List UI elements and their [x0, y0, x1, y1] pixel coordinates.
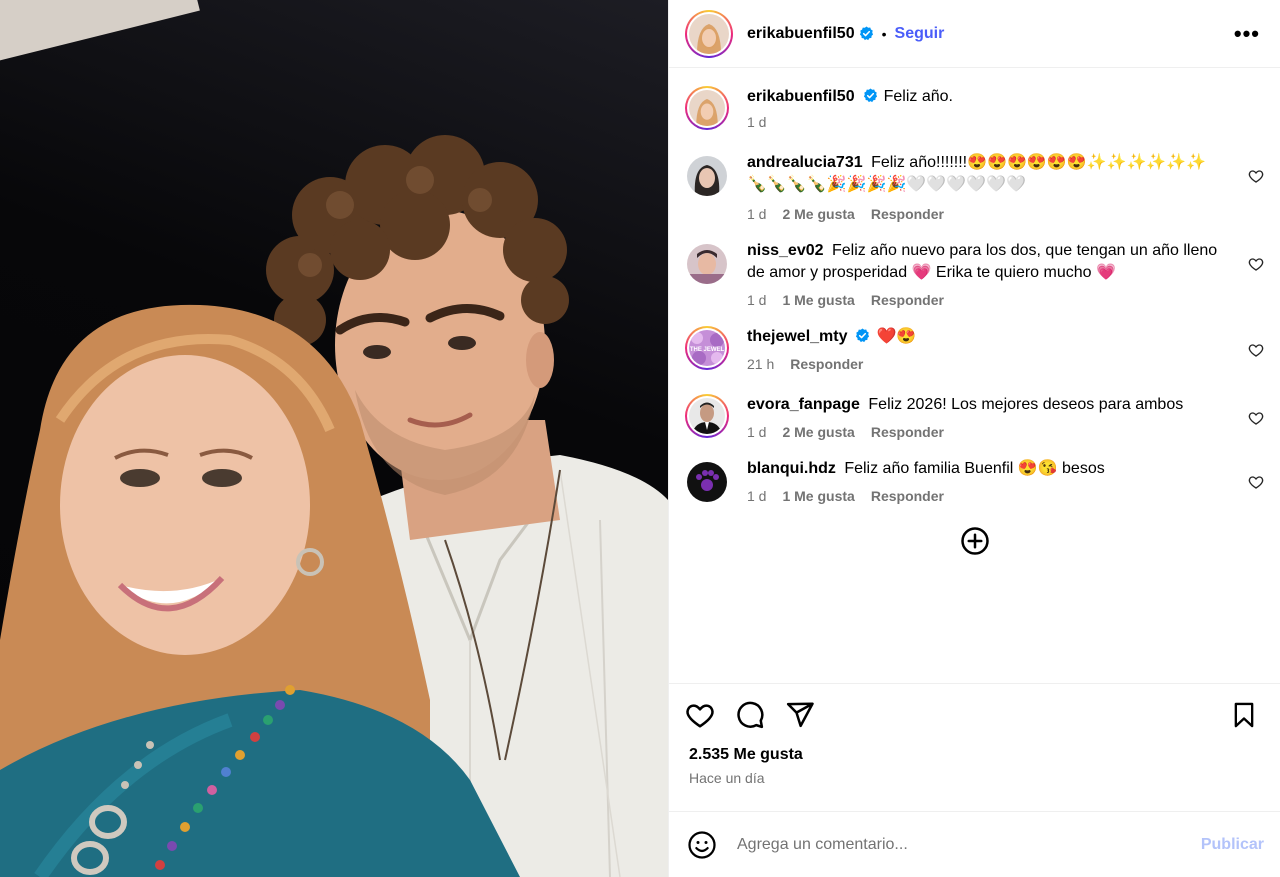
reply-button[interactable]: Responder — [871, 488, 944, 504]
jewel-avatar-text: THE JEWEL — [690, 347, 725, 353]
commenter-avatar[interactable] — [687, 244, 727, 284]
add-comment-bar: Agrega un comentario... Publicar — [669, 811, 1280, 877]
comment-time[interactable]: 1 d — [747, 488, 766, 504]
comment-input[interactable]: Agrega un comentario... — [737, 836, 1201, 854]
verified-badge-icon — [863, 88, 877, 103]
comment-item: THE JEWEL thejewel_mty ❤️😍 21 h Responder — [685, 326, 1264, 372]
comment-username[interactable]: evora_fanpage — [747, 396, 860, 413]
reply-button[interactable]: Responder — [871, 206, 944, 222]
author-avatar[interactable] — [685, 9, 733, 58]
separator-dot: • — [881, 25, 887, 42]
like-comment-heart-icon[interactable] — [1248, 474, 1264, 490]
comment-username[interactable]: andrealucia731 — [747, 154, 863, 171]
post-photo[interactable] — [0, 0, 668, 877]
photo-illustration — [0, 135, 668, 877]
post-header: erikabuenfil50 • Seguir ••• — [669, 0, 1280, 68]
caption-time[interactable]: 1 d — [747, 114, 766, 130]
commenter-avatar-image: THE JEWEL — [689, 330, 725, 366]
comment-likes[interactable]: 2 Me gusta — [782, 424, 854, 440]
comment-item: evora_fanpage Feliz 2026! Los mejores de… — [685, 394, 1264, 440]
publish-button[interactable]: Publicar — [1201, 836, 1264, 854]
post-caption: erikabuenfil50 Feliz año. 1 d — [685, 84, 1264, 130]
comment-time[interactable]: 1 d — [747, 424, 766, 440]
commenter-avatar[interactable] — [687, 462, 727, 502]
like-comment-heart-icon[interactable] — [1248, 410, 1264, 426]
post-actions: 2.535 Me gusta Hace un día — [669, 683, 1280, 811]
comment-username[interactable]: blanqui.hdz — [747, 460, 836, 477]
comment-text: Feliz 2026! Los mejores deseos para ambo… — [868, 396, 1184, 413]
post-likes-count[interactable]: 2.535 Me gusta — [689, 746, 1264, 764]
commenter-avatar[interactable] — [685, 394, 729, 438]
comment-time[interactable]: 21 h — [747, 356, 774, 372]
save-bookmark-icon[interactable] — [1230, 701, 1258, 729]
reply-button[interactable]: Responder — [790, 356, 863, 372]
post-side-panel: erikabuenfil50 • Seguir ••• erikabuenfil… — [668, 0, 1280, 877]
comment-likes[interactable]: 1 Me gusta — [782, 488, 854, 504]
follow-button[interactable]: Seguir — [895, 25, 945, 43]
comment-likes[interactable]: 1 Me gusta — [782, 292, 854, 308]
like-comment-heart-icon[interactable] — [1248, 342, 1264, 358]
reply-button[interactable]: Responder — [871, 292, 944, 308]
comment-time[interactable]: 1 d — [747, 206, 766, 222]
verified-badge-icon — [859, 26, 873, 41]
verified-badge-icon — [856, 328, 870, 343]
comment-item: blanqui.hdz Feliz año familia Buenfil 😍😘… — [685, 458, 1264, 504]
like-comment-heart-icon[interactable] — [1248, 168, 1264, 184]
comment-text: Feliz año familia Buenfil 😍😘 besos — [844, 460, 1105, 477]
more-options-icon[interactable]: ••• — [1234, 21, 1260, 47]
comment-time[interactable]: 1 d — [747, 292, 766, 308]
comment-bubble-icon[interactable] — [735, 700, 765, 730]
load-more-comments — [685, 526, 1264, 556]
comment-username[interactable]: thejewel_mty — [747, 328, 847, 345]
post-timestamp[interactable]: Hace un día — [689, 770, 1264, 786]
comment-username[interactable]: niss_ev02 — [747, 242, 824, 259]
emoji-icon[interactable] — [687, 830, 717, 860]
share-paper-plane-icon[interactable] — [785, 700, 815, 730]
caption-avatar-image — [689, 90, 725, 126]
caption-text: Feliz año. — [883, 88, 953, 105]
author-avatar-image — [689, 13, 729, 54]
commenter-avatar-image — [689, 398, 725, 434]
caption-username[interactable]: erikabuenfil50 — [747, 88, 855, 105]
reply-button[interactable]: Responder — [871, 424, 944, 440]
load-more-plus-icon[interactable] — [960, 526, 990, 556]
comment-text: ❤️😍 — [876, 328, 917, 345]
comments-list: erikabuenfil50 Feliz año. 1 d andrealucia… — [669, 68, 1280, 683]
commenter-avatar[interactable] — [687, 156, 727, 196]
comment-item: niss_ev02 Feliz año nuevo para los dos, … — [685, 240, 1264, 308]
author-username[interactable]: erikabuenfil50 — [747, 25, 855, 43]
instagram-post: erikabuenfil50 • Seguir ••• erikabuenfil… — [0, 0, 1280, 877]
like-heart-icon[interactable] — [685, 700, 715, 730]
caption-avatar[interactable] — [685, 86, 729, 130]
commenter-avatar[interactable]: THE JEWEL — [685, 326, 729, 370]
comment-item: andrealucia731 Feliz año!!!!!!!😍😍😍😍😍😍✨✨✨… — [685, 152, 1264, 222]
comment-likes[interactable]: 2 Me gusta — [782, 206, 854, 222]
like-comment-heart-icon[interactable] — [1248, 256, 1264, 272]
